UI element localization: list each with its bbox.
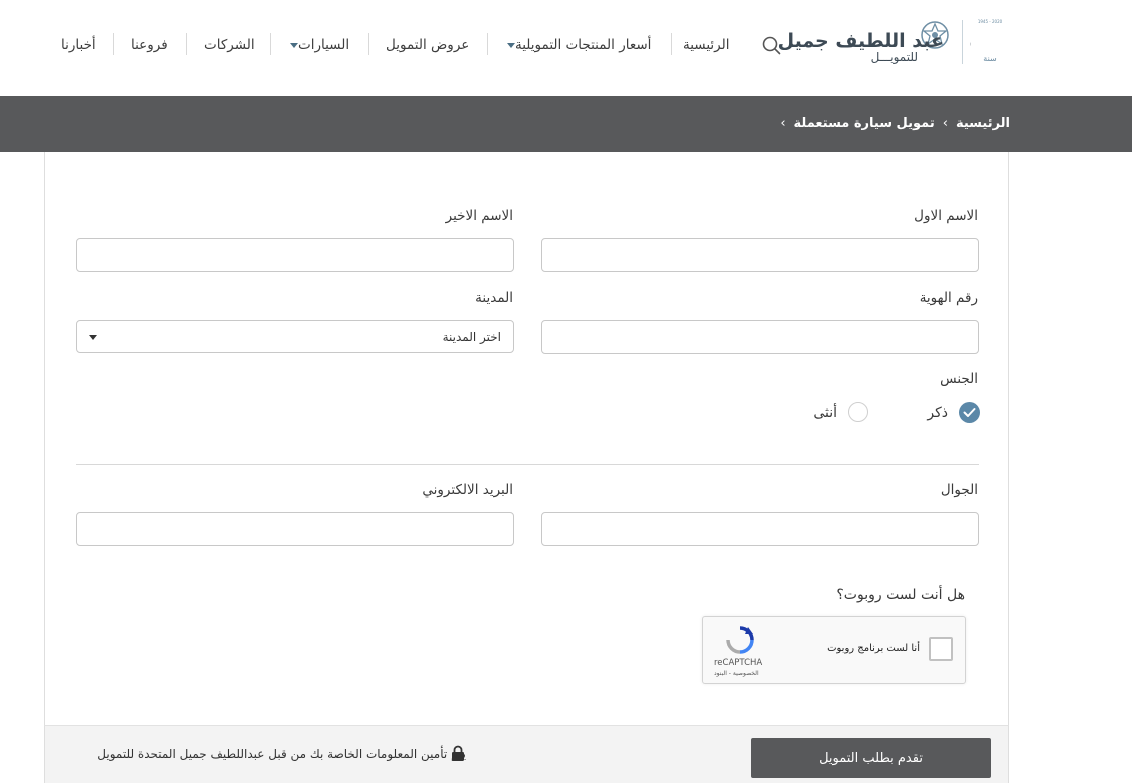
chevron-down-icon xyxy=(507,42,515,48)
recaptcha-label: أنا لست برنامج روبوت xyxy=(827,643,920,654)
checkmark-icon xyxy=(963,408,976,417)
nav-item-cars[interactable]: السيارات xyxy=(284,33,349,57)
recaptcha-links[interactable]: الخصوصية - البنود xyxy=(714,670,759,677)
chevron-left-icon: › xyxy=(780,116,786,131)
breadcrumb-current[interactable]: تمويل سيارة مستعملة xyxy=(794,116,935,131)
recaptcha-brand: reCAPTCHA xyxy=(714,658,763,668)
site-header: 2020 - 1945 75 سنة عبد اللطيف جميل للتمو… xyxy=(0,0,1132,96)
anniversary-number: 75 xyxy=(970,28,972,56)
nav-divider xyxy=(113,33,114,55)
anniversary-word: سنة xyxy=(983,54,997,63)
last-name-label: الاسم الاخير xyxy=(445,208,513,224)
nav-item-financing-offers[interactable]: عروض التمويل xyxy=(386,33,469,57)
chevron-down-icon xyxy=(290,42,298,48)
gender-label: الجنس xyxy=(940,371,978,387)
email-input[interactable] xyxy=(76,512,514,546)
gender-male-radio[interactable] xyxy=(959,402,980,423)
id-number-input[interactable] xyxy=(541,320,979,354)
city-select-value: اختر المدينة xyxy=(442,330,501,344)
anniversary-75-logo: 2020 - 1945 75 سنة xyxy=(970,19,1003,63)
gender-female-label[interactable]: أنثى xyxy=(813,405,837,421)
mobile-label: الجوال xyxy=(940,482,978,498)
section-divider xyxy=(76,464,979,465)
recaptcha-widget: أنا لست برنامج روبوت reCAPTCHA الخصوصية … xyxy=(702,616,966,684)
nav-item-branches[interactable]: فروعنا xyxy=(131,33,168,57)
nav-item-companies[interactable]: الشركات xyxy=(204,33,255,57)
brand-subtitle: للتمويـــل xyxy=(870,50,918,64)
nav-item-news[interactable]: أخبارنا xyxy=(61,33,96,57)
id-number-label: رقم الهوية xyxy=(919,290,978,306)
chevron-left-icon: › xyxy=(942,116,948,131)
city-label: المدينة xyxy=(475,290,513,306)
breadcrumb-home[interactable]: الرئيسية xyxy=(956,116,1010,131)
nav-divider xyxy=(368,33,369,55)
gender-male-label[interactable]: ذكر xyxy=(927,405,948,421)
gender-female-radio[interactable] xyxy=(848,402,868,422)
form-footer: تقدم بطلب التمويل يتم تأمين المعلومات ال… xyxy=(44,725,1009,783)
email-label: البريد الالكتروني xyxy=(422,482,513,498)
last-name-input[interactable] xyxy=(76,238,514,272)
application-form: الاسم الاول الاسم الاخير رقم الهوية المد… xyxy=(44,152,1009,783)
security-note: يتم تأمين المعلومات الخاصة بك من قبل عبد… xyxy=(97,747,466,761)
dropdown-caret-icon xyxy=(89,335,97,340)
city-select[interactable]: اختر المدينة xyxy=(76,320,514,353)
logo-divider xyxy=(962,20,963,64)
brand-name[interactable]: عبد اللطيف جميل xyxy=(778,30,944,52)
first-name-label: الاسم الاول xyxy=(914,208,978,224)
breadcrumb-bar: الرئيسية › تمويل سيارة مستعملة › xyxy=(0,96,1132,152)
main-nav: الرئيسية أسعار المنتجات التمويلية عروض ا… xyxy=(55,33,745,57)
submit-application-button[interactable]: تقدم بطلب التمويل xyxy=(751,738,991,778)
nav-divider xyxy=(186,33,187,55)
mobile-input[interactable] xyxy=(541,512,979,546)
recaptcha-checkbox[interactable] xyxy=(929,637,953,661)
breadcrumb: الرئيسية › تمويل سيارة مستعملة › xyxy=(772,116,1010,131)
nav-divider xyxy=(270,33,271,55)
robot-question: هل أنت لست روبوت؟ xyxy=(836,587,965,603)
nav-divider xyxy=(487,33,488,55)
first-name-input[interactable] xyxy=(541,238,979,272)
anniversary-years: 2020 - 1945 xyxy=(978,19,1003,24)
nav-item-financing-prices[interactable]: أسعار المنتجات التمويلية xyxy=(501,33,651,57)
nav-divider xyxy=(671,33,672,55)
recaptcha-logo-icon xyxy=(726,626,754,654)
nav-item-home[interactable]: الرئيسية xyxy=(683,33,730,57)
search-icon[interactable] xyxy=(761,35,781,55)
